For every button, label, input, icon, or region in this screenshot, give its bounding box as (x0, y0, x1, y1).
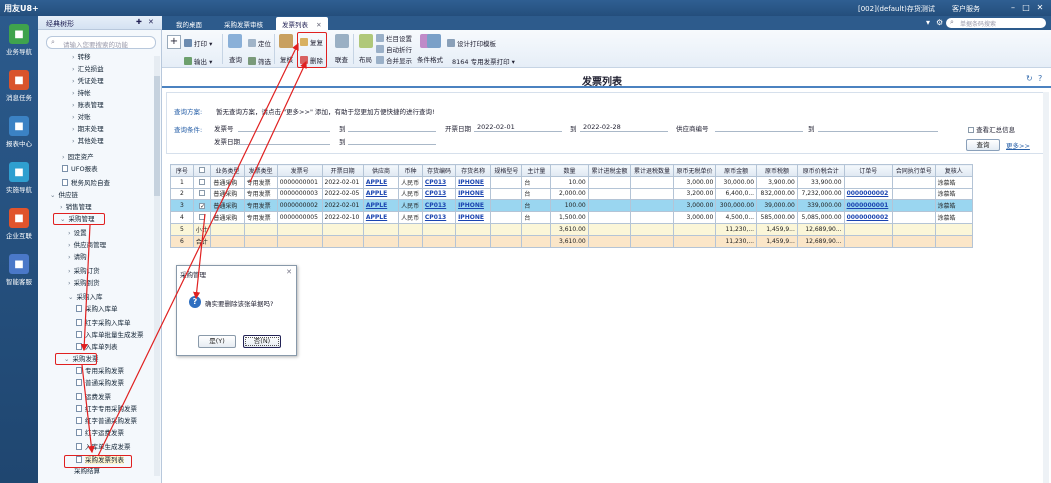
arrow-to-delete (97, 42, 299, 457)
arrow-to-purchase-invoice (80, 224, 91, 352)
arrow-row-to-delete (249, 60, 307, 183)
annotation-arrows (80, 42, 307, 457)
arrow-row-to-dialog (193, 213, 206, 300)
arrow-to-invoice-list (81, 364, 95, 454)
